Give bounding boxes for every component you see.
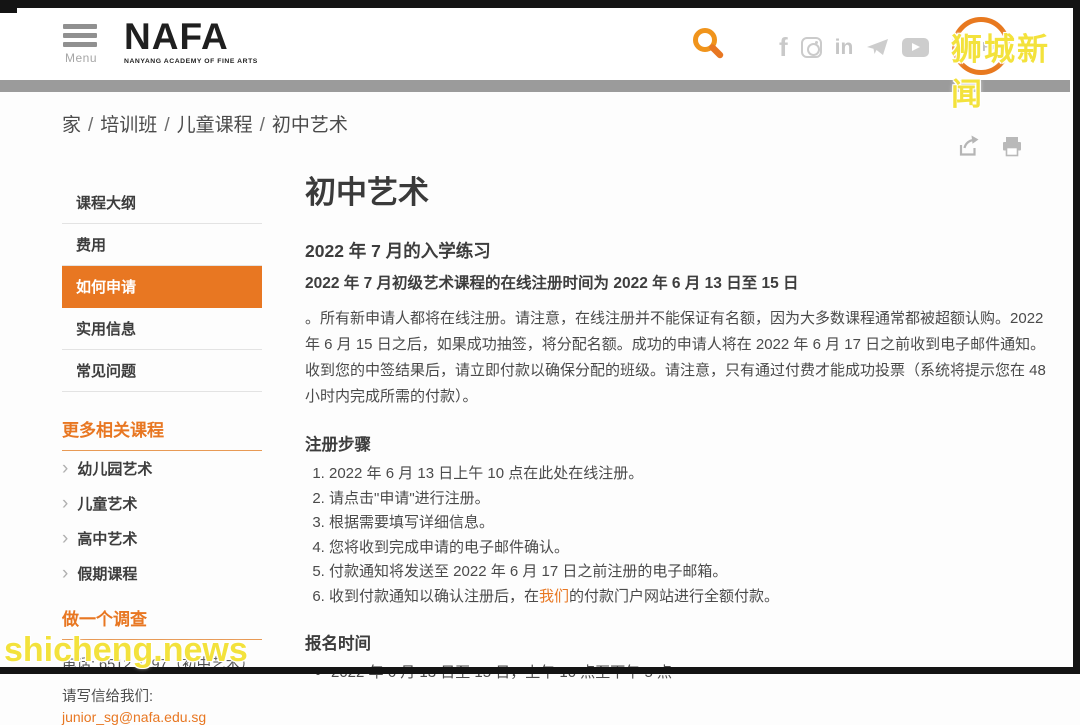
- sidebar-item-how-to-apply[interactable]: 如何申请: [62, 266, 262, 308]
- registration-period-line: 2022 年 7 月初级艺术课程的在线注册时间为 2022 年 6 月 13 日…: [305, 271, 1058, 293]
- page-actions: [956, 134, 1024, 158]
- chevron-right-icon: ›: [62, 494, 68, 513]
- share-icon[interactable]: [956, 134, 980, 158]
- write-to-us-label: 请写信给我们:: [62, 685, 262, 706]
- nafa-logo[interactable]: NAFA NANYANG ACADEMY OF FINE ARTS: [124, 18, 258, 65]
- breadcrumb: 家/培训班/儿童课程/初中艺术: [62, 110, 348, 137]
- step-item: 收到付款通知以确认注册后，在我们的付款门户网站进行全额付款。: [329, 585, 1058, 610]
- sidebar-item-fees[interactable]: 费用: [62, 224, 262, 266]
- sidebar-item-faq[interactable]: 常见问题: [62, 350, 262, 392]
- related-item-label: 幼儿园艺术: [77, 458, 152, 479]
- frame-corner: [0, 0, 17, 13]
- our-payment-portal-link[interactable]: 我们: [539, 588, 569, 605]
- instagram-icon[interactable]: [801, 37, 822, 58]
- breadcrumb-children-courses[interactable]: 儿童课程: [177, 115, 253, 136]
- chevron-right-icon: ›: [62, 529, 68, 548]
- logo-text: NAFA: [124, 18, 258, 55]
- chevron-right-icon: ›: [62, 459, 68, 478]
- chevron-right-icon: ›: [62, 564, 68, 583]
- step-item: 您将收到完成申请的电子邮件确认。: [329, 536, 1058, 561]
- print-icon[interactable]: [1000, 134, 1024, 158]
- main-content: 初中艺术 2022 年 7 月的入学练习 2022 年 7 月初级艺术课程的在线…: [305, 175, 1058, 685]
- related-item-label: 儿童艺术: [77, 493, 137, 514]
- linkedin-icon[interactable]: in: [835, 37, 854, 58]
- frame-bottom: [0, 667, 1080, 674]
- steps-heading: 注册步骤: [305, 431, 1058, 455]
- page-title: 初中艺术: [305, 175, 1058, 211]
- step-item: 付款通知将发送至 2022 年 6 月 17 日之前注册的电子邮箱。: [329, 560, 1058, 585]
- search-icon[interactable]: [691, 26, 727, 62]
- survey-heading: 做一个调查: [62, 605, 262, 640]
- step-item: 请点击"申请"进行注册。: [329, 487, 1058, 512]
- youtube-icon[interactable]: [902, 38, 929, 57]
- related-item-label: 假期课程: [77, 563, 137, 584]
- related-item-label: 高中艺术: [77, 528, 137, 549]
- step-item: 2022 年 6 月 13 日上午 10 点在此处在线注册。: [329, 462, 1058, 487]
- related-item-children-art[interactable]: › 儿童艺术: [62, 486, 262, 521]
- intake-subtitle: 2022 年 7 月的入学练习: [305, 238, 1058, 263]
- related-courses-heading: 更多相关课程: [62, 416, 262, 451]
- menu-label: Menu: [63, 51, 99, 65]
- breadcrumb-training[interactable]: 培训班: [100, 115, 157, 136]
- contact-block: 电话: 6512 4197（初中艺术） 请写信给我们: junior_sg@na…: [62, 653, 262, 725]
- telegram-icon[interactable]: [866, 36, 889, 58]
- menu-button[interactable]: Menu: [63, 24, 99, 65]
- site-header: Menu NAFA NANYANG ACADEMY OF FINE ARTS f…: [0, 8, 1080, 80]
- header-divider-bar: [0, 80, 1070, 92]
- sidebar: 课程大纲 费用 如何申请 实用信息 常见问题 更多相关课程 › 幼儿园艺术 › …: [62, 182, 262, 725]
- step-item: 根据需要填写详细信息。: [329, 511, 1058, 536]
- logo-subtext: NANYANG ACADEMY OF FINE ARTS: [124, 58, 258, 65]
- related-item-senior-art[interactable]: › 高中艺术: [62, 521, 262, 556]
- frame-right: [1073, 0, 1080, 674]
- breadcrumb-current-page: 初中艺术: [272, 115, 348, 136]
- facebook-icon[interactable]: f: [779, 34, 788, 60]
- related-item-kindergarten-art[interactable]: › 幼儿园艺术: [62, 451, 262, 486]
- schedule-heading: 报名时间: [305, 630, 1058, 654]
- intro-paragraph: 。所有新申请人都将在线注册。请注意，在线注册并不能保证有名额，因为大多数课程通常…: [305, 306, 1058, 410]
- email-link[interactable]: junior_sg@nafa.edu.sg: [62, 709, 262, 725]
- sidebar-item-practical-info[interactable]: 实用信息: [62, 308, 262, 350]
- registration-steps-list: 2022 年 6 月 13 日上午 10 点在此处在线注册。 请点击"申请"进行…: [305, 462, 1058, 609]
- hamburger-icon: [63, 24, 97, 29]
- sidebar-item-course-outline[interactable]: 课程大纲: [62, 182, 262, 224]
- circle-logo-text: NAFA: [961, 39, 1000, 54]
- nafa-circle-logo[interactable]: NAFA: [952, 17, 1010, 75]
- frame-top: [0, 0, 1080, 8]
- breadcrumb-home[interactable]: 家: [62, 115, 81, 136]
- related-item-holiday-courses[interactable]: › 假期课程: [62, 556, 262, 591]
- breadcrumb-separator: /: [88, 115, 93, 136]
- social-links: f in: [779, 30, 929, 64]
